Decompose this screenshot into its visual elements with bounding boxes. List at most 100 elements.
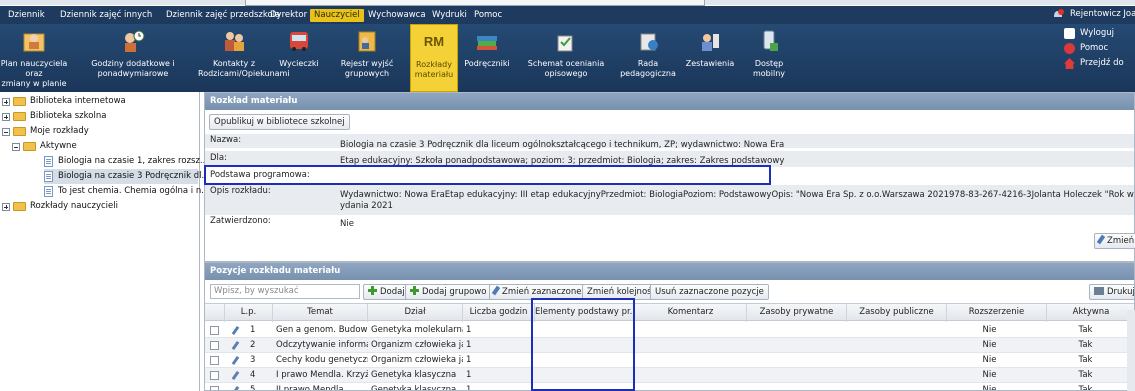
col-liczba-godzin[interactable]: Liczba godzin [463,304,535,322]
menu-pomoc[interactable]: Pomoc [470,9,506,22]
table-cell: I prawo Mendla. Krzyż... [276,370,368,380]
table-cell: 4 [250,370,256,380]
row-checkbox[interactable] [210,386,219,390]
table-cell: 1 [466,370,472,380]
logout-link[interactable]: Wyloguj [1064,26,1124,41]
toolbar-rozklady-button[interactable]: RM Rozkłady materiału [410,24,458,92]
main-menu-bar: Dziennik Dziennik zajęć innych Dziennik … [0,6,1135,24]
table-cell: Cechy kodu genetyczn... [276,355,368,365]
row-checkbox[interactable] [210,356,219,365]
table-cell: Tak [1078,370,1093,380]
toolbar-godziny-button[interactable]: Godziny dodatkowe i ponadwymiarowe [68,24,198,92]
edit-plan-button[interactable]: Zmień [1094,233,1135,249]
collapse-icon[interactable] [2,128,10,136]
edit-row-icon[interactable] [231,370,240,381]
document-icon [44,156,53,167]
add-button[interactable]: Dodaj [363,284,410,300]
toolbar-wycieczki-button[interactable]: Wycieczki [270,24,328,92]
hours-icon [125,30,145,52]
edit-row-icon[interactable] [231,325,240,336]
menu-dziennik[interactable]: Dziennik [4,9,49,22]
table-cell [635,368,747,383]
toolbar-zestawienia-button[interactable]: Zestawienia [680,24,740,92]
publish-button[interactable]: Opublikuj w bibliotece szkolnej [209,114,350,130]
menu-wydruki[interactable]: Wydruki [428,9,471,22]
pencil-icon [1096,234,1106,245]
register-icon [358,31,376,52]
value-opis-line2: ydania 2021 [340,201,393,211]
col-dzial[interactable]: Dział [368,304,463,322]
folder-icon [13,202,26,211]
table-cell: Nie [982,340,997,350]
table-cell: Genetyka klasyczna [371,385,457,391]
expand-icon[interactable] [2,113,10,121]
delete-selected-button[interactable]: Usuń zaznaczone pozycje [650,284,769,300]
user-name[interactable]: Rejentowicz Joanna [ [1070,9,1135,19]
edit-row-icon[interactable] [231,340,240,351]
table-cell [747,323,847,338]
table-row[interactable]: 1 Gen a genom. Budowa...Genetyka molekula… [205,323,1134,338]
menu-nauczyciel[interactable]: Nauczyciel [310,9,364,22]
menu-dyrektor[interactable]: Dyrektor [266,9,311,22]
tree-item-chemia[interactable]: To jest chemia. Chemia ogólna i n... [44,184,209,199]
col-aktywna[interactable]: Aktywna [1047,304,1134,322]
panel-title: Pozycje rozkładu materiału [205,263,1134,280]
tree-item-biologia-1[interactable]: Biologia na czasie 1, zakres rozsz... [44,154,208,169]
row-checkbox[interactable] [210,371,219,380]
table-cell: Nie [982,355,997,365]
toolbar-plan-button[interactable]: Plan nauczyciela oraz zmiany w planie [0,24,68,92]
print-button[interactable]: Drukuj [1089,284,1134,300]
collapse-icon[interactable] [12,143,20,151]
edit-row-icon[interactable] [231,385,240,390]
table-row[interactable]: 3 Cechy kodu genetyczn...Organizm człowie… [205,353,1134,368]
table-row[interactable]: 2 Odczytywanie informa...Organizm człowie… [205,338,1134,353]
toolbar-rejestr-button[interactable]: Rejestr wyjść grupowych [328,24,406,92]
help-link[interactable]: Pomoc [1064,41,1124,56]
col-zasoby-publiczne[interactable]: Zasoby publiczne [847,304,947,322]
notification-icon[interactable] [1052,9,1064,20]
table-row[interactable]: 4 I prawo Mendla. Krzyż... Genetyka klasyc… [205,368,1134,383]
expand-icon[interactable] [2,98,10,106]
menu-dziennik-zajec-innych[interactable]: Dziennik zajęć innych [56,9,156,22]
row-checkbox[interactable] [210,326,219,335]
pencil-icon [491,285,501,296]
table-row[interactable]: 5 II prawo Mendla Genetyka klasyczna 1 Nie Ta… [205,383,1134,391]
toolbar-rada-button[interactable]: Rada pedagogiczna [616,24,680,92]
label-opis: Opis rozkładu: [210,186,271,196]
col-komentarz[interactable]: Komentarz [635,304,747,322]
grid-header: L.p. Temat Dział Liczba godzin Elementy … [205,303,1134,322]
folder-open-icon [13,127,26,136]
table-cell: Nie [982,370,997,380]
table-cell: Tak [1078,340,1093,350]
folder-icon [13,97,26,106]
table-cell [747,338,847,353]
row-checkbox[interactable] [210,341,219,350]
search-input[interactable]: Wpisz, by wyszukać [210,284,360,299]
contacts-icon [225,32,244,51]
col-temat[interactable]: Temat [273,304,368,322]
table-cell: 5 [250,385,256,391]
bus-icon [290,32,308,51]
plan-items-panel: Pozycje rozkładu materiału Wpisz, by wys… [204,262,1135,391]
edit-row-icon[interactable] [231,355,240,366]
expand-icon[interactable] [2,203,10,211]
toolbar-dostep-button[interactable]: Dostęp mobilny [740,24,798,92]
col-lp[interactable]: L.p. [225,304,273,322]
tree-item-biologia-3[interactable]: Biologia na czasie 3 Podręcznik dl... [44,169,210,184]
add-group-button[interactable]: Dodaj grupowo [405,284,492,300]
select-all-icon[interactable] [205,304,225,322]
menu-wychowawca[interactable]: Wychowawca [364,9,430,22]
table-cell: 1 [466,385,472,391]
goto-link[interactable]: Przejdź do [1064,56,1124,71]
col-zasoby-prywatne[interactable]: Zasoby prywatne [747,304,847,322]
col-rozszerzenie[interactable]: Rozszerzenie [947,304,1047,322]
table-cell: 2 [250,340,256,350]
table-cell [635,338,747,353]
table-cell: 1 [466,340,472,350]
toolbar-podreczniki-button[interactable]: Podręczniki [458,24,516,92]
toolbar-schemat-button[interactable]: Schemat oceniania opisowego [516,24,616,92]
toolbar-kontakty-button[interactable]: Kontakty z Rodzicami/Opiekunami [198,24,290,92]
label-dla: Dla: [210,153,227,163]
grid-scrollbar[interactable] [1127,310,1135,391]
folder-icon [13,112,26,121]
